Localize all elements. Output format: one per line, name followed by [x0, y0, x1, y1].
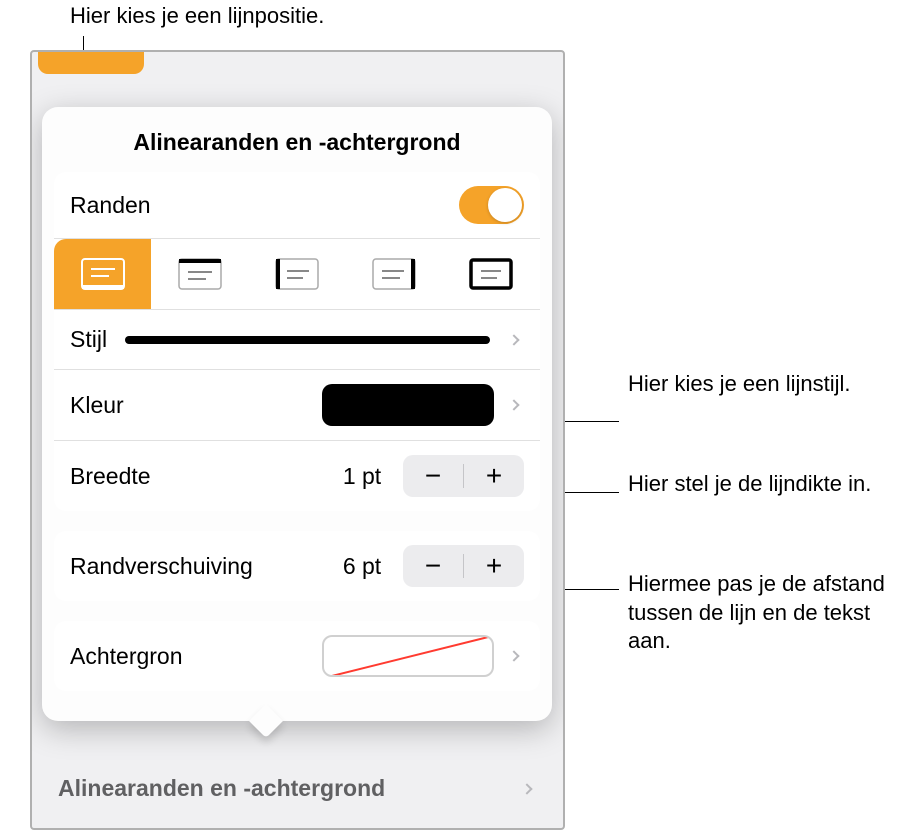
card-borders: Randen	[54, 172, 540, 511]
border-positions-row	[54, 239, 540, 310]
border-pos-bottom[interactable]	[54, 239, 151, 309]
color-label: Kleur	[70, 392, 124, 419]
width-plus-button[interactable]: +	[464, 455, 524, 497]
background-swatch-none[interactable]	[322, 635, 494, 677]
width-stepper: − +	[403, 455, 524, 497]
border-right-icon	[372, 258, 416, 290]
callout-line-width: Hier stel je de lijndikte in.	[628, 470, 871, 499]
bottom-bar-row[interactable]: Alinearanden en -achtergrond	[32, 759, 563, 812]
callout-border-offset: Hiermee pas je de afstand tussen de lijn…	[628, 570, 898, 656]
width-value: 1 pt	[335, 463, 389, 490]
popover-title: Alinearanden en -achtergrond	[42, 107, 552, 172]
border-pos-top[interactable]	[151, 239, 248, 309]
borders-label: Randen	[70, 192, 151, 219]
border-pos-left[interactable]	[248, 239, 345, 309]
row-color[interactable]: Kleur	[54, 370, 540, 441]
width-label: Breedte	[70, 463, 151, 490]
toggle-knob	[488, 188, 522, 222]
callout-line-style: Hier kies je een lijnstijl.	[628, 370, 851, 399]
background-label: Achtergron	[70, 643, 183, 670]
card-background: Achtergron	[54, 621, 540, 691]
row-width: Breedte 1 pt − +	[54, 441, 540, 511]
border-top-icon	[178, 258, 222, 290]
offset-stepper: − +	[403, 545, 524, 587]
row-background[interactable]: Achtergron	[54, 621, 540, 691]
chevron-right-icon	[508, 399, 519, 410]
style-label: Stijl	[70, 326, 107, 353]
borders-toggle[interactable]	[459, 186, 524, 224]
borders-background-popover: Alinearanden en -achtergrond Randen	[42, 107, 552, 721]
chevron-right-icon	[508, 334, 519, 345]
border-pos-right[interactable]	[346, 239, 443, 309]
row-style[interactable]: Stijl	[54, 310, 540, 370]
border-all-icon	[469, 258, 513, 290]
bottom-bar-label: Alinearanden en -achtergrond	[58, 775, 385, 802]
card-offset: Randverschuiving 6 pt − +	[54, 531, 540, 601]
style-line-preview	[125, 336, 490, 344]
panel-frame: Alinearanden en -achtergrond Randen	[30, 50, 565, 830]
border-pos-all[interactable]	[443, 239, 540, 309]
orange-tab	[38, 52, 144, 74]
chevron-right-icon	[521, 783, 532, 794]
border-bottom-icon	[81, 258, 125, 290]
offset-label: Randverschuiving	[70, 553, 253, 580]
offset-minus-button[interactable]: −	[403, 545, 463, 587]
color-swatch[interactable]	[322, 384, 494, 426]
callout-line-position: Hier kies je een lijnpositie.	[70, 2, 324, 31]
width-minus-button[interactable]: −	[403, 455, 463, 497]
row-offset: Randverschuiving 6 pt − +	[54, 531, 540, 601]
chevron-right-icon	[508, 650, 519, 661]
popover-pointer	[249, 704, 283, 738]
row-borders-toggle: Randen	[54, 172, 540, 239]
offset-value: 6 pt	[335, 553, 389, 580]
border-left-icon	[275, 258, 319, 290]
offset-plus-button[interactable]: +	[464, 545, 524, 587]
